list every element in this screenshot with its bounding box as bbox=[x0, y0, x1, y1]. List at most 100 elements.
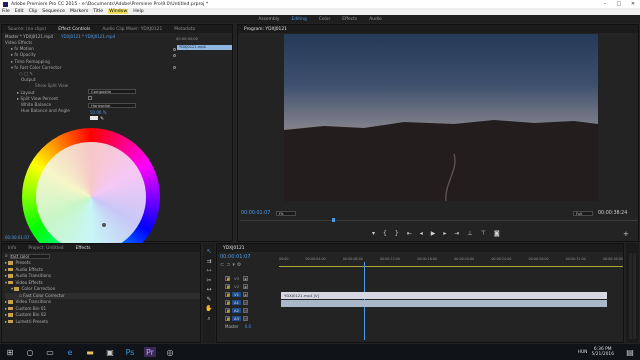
lock-icon[interactable]: 🔒 bbox=[225, 315, 230, 321]
timeline-timecode[interactable]: 00:00:01:07 bbox=[220, 254, 251, 260]
balance-handle[interactable] bbox=[102, 223, 106, 227]
track-v3[interactable]: 🔒 V3 ◉ bbox=[225, 274, 281, 282]
work-area-bar[interactable] bbox=[279, 266, 623, 267]
windows-start-icon[interactable]: ⊞ bbox=[4, 347, 16, 357]
workspace-editing[interactable]: Editing bbox=[291, 17, 306, 22]
task-view-icon[interactable]: ▭ bbox=[44, 347, 56, 357]
tab-metadata[interactable]: Metadata bbox=[168, 27, 201, 32]
master-clip-selector[interactable]: Master * YDXJ0121.mp4 bbox=[5, 34, 53, 39]
minimize-button[interactable]: – bbox=[598, 0, 612, 8]
slip-tool-icon[interactable]: ↔ bbox=[206, 285, 211, 295]
track-a2[interactable]: 🔒 A2 M bbox=[225, 306, 281, 314]
marker-icon[interactable]: ▾ bbox=[372, 230, 375, 237]
lock-icon[interactable]: 🔒 bbox=[225, 275, 230, 281]
tab-program[interactable]: Program: YDXJ0121 bbox=[238, 27, 293, 32]
ripple-edit-tool-icon[interactable]: ⇿ bbox=[206, 266, 211, 276]
track-v2[interactable]: 🔒 V2 ◉ bbox=[225, 282, 281, 290]
maximize-button[interactable]: □ bbox=[612, 0, 626, 8]
go-to-out-icon[interactable]: ⇥ bbox=[454, 230, 459, 237]
quality-dropdown[interactable]: Full bbox=[573, 211, 593, 216]
tab-project[interactable]: Project: Untitled bbox=[22, 246, 69, 251]
program-playhead[interactable] bbox=[332, 218, 335, 222]
play-icon[interactable]: ▶ bbox=[431, 230, 436, 237]
tab-effects[interactable]: Effects bbox=[70, 246, 97, 251]
app-icon[interactable]: ◎ bbox=[164, 347, 176, 357]
output-dropdown[interactable]: Composite bbox=[88, 89, 136, 94]
workspace-effects[interactable]: Effects bbox=[342, 17, 357, 22]
menu-help[interactable]: Help bbox=[133, 9, 143, 14]
timeline-ruler[interactable]: 00:00 00:00:04:00 00:00:08:00 00:00:12:0… bbox=[279, 257, 623, 265]
eye-icon[interactable]: ◉ bbox=[243, 283, 248, 289]
master-value[interactable]: 0.0 bbox=[245, 324, 251, 329]
lock-icon[interactable]: 🔒 bbox=[225, 307, 230, 313]
timeline-audio-clip[interactable] bbox=[281, 300, 607, 307]
eye-icon[interactable]: ◉ bbox=[243, 291, 248, 297]
menu-sequence[interactable]: Sequence bbox=[42, 9, 65, 14]
pen-tool-icon[interactable]: ✎ bbox=[206, 295, 211, 305]
timeline-video-clip[interactable]: YDXJ0121.mp4 [V] bbox=[281, 292, 607, 299]
taskbar-clock[interactable]: 6:36 PM 5/21/2016 bbox=[591, 347, 614, 357]
step-back-icon[interactable]: ◂ bbox=[420, 230, 423, 237]
track-v1[interactable]: 🔒 V1 ◉ bbox=[225, 290, 281, 298]
eyedropper-icon[interactable]: ✎ bbox=[100, 116, 104, 122]
tab-info[interactable]: Info bbox=[2, 246, 22, 251]
track-a1[interactable]: 🔒 A1 M bbox=[225, 298, 281, 306]
layout-dropdown[interactable]: Horizontal bbox=[88, 103, 136, 108]
lift-icon[interactable]: ⊥ bbox=[467, 230, 472, 237]
eye-icon[interactable]: ◉ bbox=[243, 275, 248, 281]
track-a3[interactable]: 🔒 A3 M bbox=[225, 314, 281, 322]
workspace-assembly[interactable]: Assembly bbox=[258, 17, 279, 22]
export-frame-icon[interactable]: ◙ bbox=[494, 230, 500, 237]
lock-icon[interactable]: 🔒 bbox=[225, 283, 230, 289]
add-button-icon[interactable]: + bbox=[623, 230, 629, 238]
white-balance-swatch[interactable] bbox=[90, 116, 98, 120]
tab-audio-clip-mixer[interactable]: Audio Clip Mixer: YDXJ0121 bbox=[96, 27, 168, 32]
menu-clip[interactable]: Clip bbox=[29, 9, 38, 14]
zoom-dropdown[interactable]: Fit bbox=[276, 211, 296, 216]
menu-title[interactable]: Title bbox=[93, 9, 103, 14]
selection-tool-icon[interactable]: ↖ bbox=[206, 247, 211, 257]
track-select-tool-icon[interactable]: ⇉ bbox=[206, 257, 211, 267]
mute-icon[interactable]: M bbox=[243, 315, 248, 321]
menu-markers[interactable]: Markers bbox=[70, 9, 88, 14]
workspace-audio[interactable]: Audio bbox=[369, 17, 381, 22]
settings-icon[interactable]: ⚙ bbox=[237, 262, 243, 268]
reset-icon[interactable] bbox=[173, 47, 176, 51]
notification-icon[interactable]: ▤ bbox=[624, 347, 636, 357]
edge-icon[interactable]: e bbox=[64, 347, 76, 357]
menu-edit[interactable]: Edit bbox=[15, 9, 24, 14]
program-timecode[interactable]: 00:00:01:07 bbox=[241, 211, 270, 216]
tab-effect-controls[interactable]: Effect Controls bbox=[52, 27, 96, 32]
sequence-clip-selector[interactable]: YDXJ0121 * YDXJ0121.mp4 bbox=[61, 34, 115, 39]
extract-icon[interactable]: ⊤ bbox=[481, 230, 486, 237]
effects-item-lumetri-presets[interactable]: ▸ Lumetri Presets bbox=[5, 319, 200, 326]
close-button[interactable]: ✕ bbox=[626, 0, 640, 8]
file-explorer-icon[interactable]: ▬ bbox=[84, 347, 96, 357]
razor-tool-icon[interactable]: ✂ bbox=[206, 276, 211, 286]
go-to-in-icon[interactable]: ⇤ bbox=[407, 230, 412, 237]
mark-out-icon[interactable]: } bbox=[395, 230, 399, 237]
zoom-tool-icon[interactable]: ⌕ bbox=[207, 314, 210, 324]
reset-icon[interactable] bbox=[173, 66, 176, 70]
hand-tool-icon[interactable]: ✋ bbox=[205, 304, 212, 314]
step-forward-icon[interactable]: ▸ bbox=[443, 230, 446, 237]
mute-icon[interactable]: M bbox=[243, 307, 248, 313]
mark-in-icon[interactable]: { bbox=[383, 230, 387, 237]
tab-sequence[interactable]: YDXJ0121 bbox=[217, 246, 251, 251]
language-indicator[interactable]: HUN bbox=[578, 350, 588, 355]
show-split-view-checkbox[interactable] bbox=[88, 96, 92, 100]
menu-window[interactable]: Window bbox=[108, 9, 129, 14]
menu-file[interactable]: File bbox=[2, 9, 10, 14]
ec-timecode[interactable]: 00:00:01:07 bbox=[5, 235, 29, 240]
effects-search-input[interactable] bbox=[9, 253, 50, 259]
mute-icon[interactable]: M bbox=[243, 299, 248, 305]
program-scrub-bar[interactable] bbox=[240, 220, 638, 221]
search-icon[interactable]: ○ bbox=[24, 347, 36, 357]
lock-icon[interactable]: 🔒 bbox=[225, 291, 230, 297]
store-icon[interactable]: ▣ bbox=[104, 347, 116, 357]
split-percent-value[interactable]: 50.00 % bbox=[90, 110, 107, 115]
photoshop-icon[interactable]: Ps bbox=[124, 347, 136, 357]
tab-source[interactable]: Source: (no clips) bbox=[2, 27, 52, 32]
lock-icon[interactable]: 🔒 bbox=[225, 299, 230, 305]
workspace-color[interactable]: Color bbox=[319, 17, 330, 22]
